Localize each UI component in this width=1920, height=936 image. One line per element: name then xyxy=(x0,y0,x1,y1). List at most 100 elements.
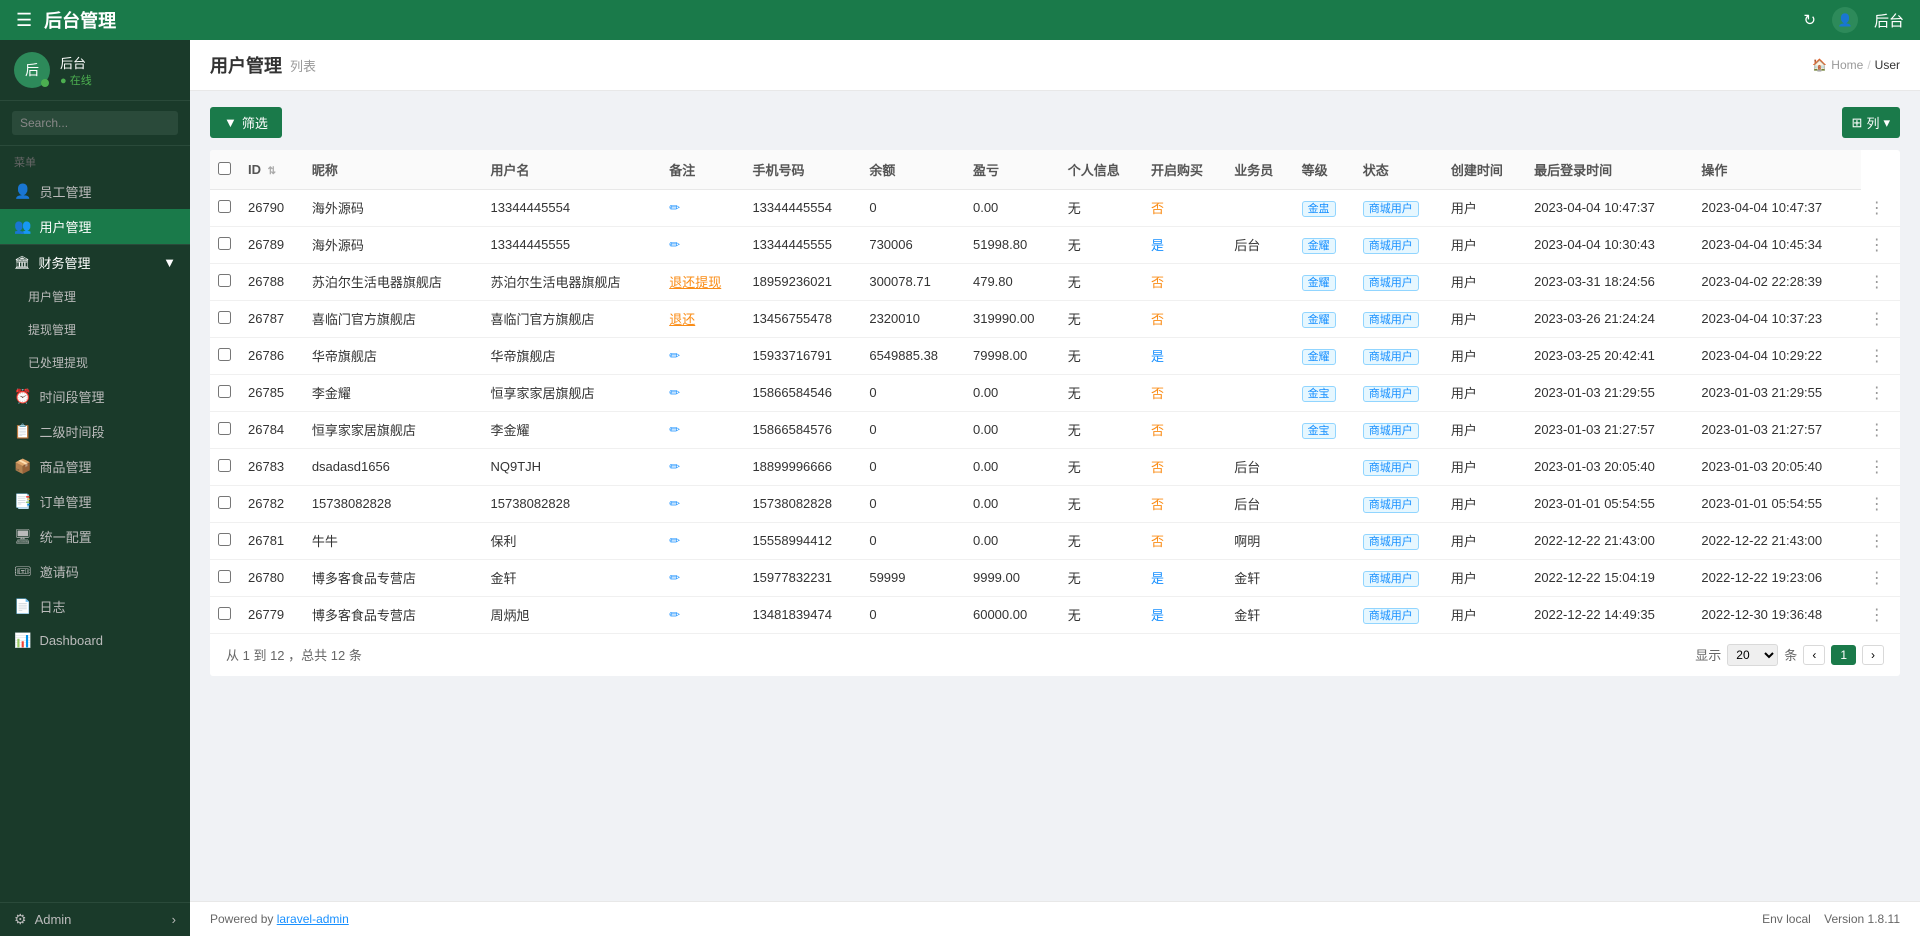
note-link[interactable]: 退还提现 xyxy=(669,275,721,290)
sidebar-item-withdraw[interactable]: 提现管理 xyxy=(14,313,190,346)
row-more-icon[interactable]: ⋮ xyxy=(1869,237,1885,254)
buy-status[interactable]: 否 xyxy=(1151,497,1164,512)
search-input[interactable] xyxy=(12,111,178,135)
note-edit-icon[interactable]: ✏ xyxy=(669,385,680,400)
status-tag[interactable]: 商城用户 xyxy=(1363,349,1419,365)
row-checkbox[interactable] xyxy=(218,459,231,472)
note-edit-icon[interactable]: ✏ xyxy=(669,422,680,437)
status-tag[interactable]: 商城用户 xyxy=(1363,571,1419,587)
row-more-icon[interactable]: ⋮ xyxy=(1869,348,1885,365)
buy-status[interactable]: 否 xyxy=(1151,534,1164,549)
sidebar-item-user-mgmt[interactable]: 用户管理 xyxy=(14,280,190,313)
row-checkbox[interactable] xyxy=(218,200,231,213)
sidebar-item-config[interactable]: 🖥 统一配置 xyxy=(0,519,190,554)
note-link[interactable]: 退还 xyxy=(669,312,695,327)
page-1-button[interactable]: 1 xyxy=(1831,645,1856,665)
cell-status: 商城用户 xyxy=(1355,226,1443,263)
row-more-icon[interactable]: ⋮ xyxy=(1869,459,1885,476)
buy-status[interactable]: 是 xyxy=(1151,238,1164,253)
row-checkbox[interactable] xyxy=(218,311,231,324)
level-tag[interactable]: 金耀 xyxy=(1302,349,1336,365)
th-id[interactable]: ID ⇅ xyxy=(240,150,304,190)
sidebar-item-second-period[interactable]: 📋 二级时间段 xyxy=(0,414,190,449)
row-more-icon[interactable]: ⋮ xyxy=(1869,422,1885,439)
note-edit-icon[interactable]: ✏ xyxy=(669,200,680,215)
sidebar-item-invite[interactable]: 🎟 邀请码 xyxy=(0,554,190,589)
row-checkbox[interactable] xyxy=(218,496,231,509)
buy-status[interactable]: 是 xyxy=(1151,349,1164,364)
row-more-icon[interactable]: ⋮ xyxy=(1869,607,1885,624)
status-tag[interactable]: 商城用户 xyxy=(1363,608,1419,624)
row-more-icon[interactable]: ⋮ xyxy=(1869,533,1885,550)
id-sort-icon[interactable]: ⇅ xyxy=(268,166,276,177)
filter-bar: ▼ 筛选 ⊞ 列 ▾ xyxy=(210,107,1900,138)
buy-status[interactable]: 是 xyxy=(1151,608,1164,623)
status-tag[interactable]: 商城用户 xyxy=(1363,201,1419,217)
page-size-select[interactable]: 20 50 100 xyxy=(1727,644,1778,666)
finance-menu-header[interactable]: 🏛 财务管理 ▼ xyxy=(0,245,190,280)
status-tag[interactable]: 商城用户 xyxy=(1363,460,1419,476)
status-tag[interactable]: 商城用户 xyxy=(1363,534,1419,550)
row-checkbox[interactable] xyxy=(218,237,231,250)
status-tag[interactable]: 商城用户 xyxy=(1363,238,1419,254)
filter-button[interactable]: ▼ 筛选 xyxy=(210,107,282,138)
hamburger-icon[interactable]: ☰ xyxy=(16,10,32,31)
level-tag[interactable]: 金宝 xyxy=(1302,423,1336,439)
next-page-button[interactable]: › xyxy=(1862,645,1884,665)
row-more-icon[interactable]: ⋮ xyxy=(1869,311,1885,328)
buy-status[interactable]: 否 xyxy=(1151,423,1164,438)
sidebar-item-log[interactable]: 📄 日志 xyxy=(0,589,190,624)
row-checkbox[interactable] xyxy=(218,607,231,620)
row-more-icon[interactable]: ⋮ xyxy=(1869,570,1885,587)
note-edit-icon[interactable]: ✏ xyxy=(669,607,680,622)
breadcrumb-home[interactable]: Home xyxy=(1831,58,1863,72)
row-checkbox[interactable] xyxy=(218,274,231,287)
sidebar-item-product[interactable]: 📦 商品管理 xyxy=(0,449,190,484)
buy-status[interactable]: 否 xyxy=(1151,386,1164,401)
row-more-icon[interactable]: ⋮ xyxy=(1869,496,1885,513)
sidebar-item-dashboard[interactable]: 📊 Dashboard xyxy=(0,624,190,657)
status-tag[interactable]: 商城用户 xyxy=(1363,423,1419,439)
sidebar-item-processed-withdraw[interactable]: 已处理提现 xyxy=(14,346,190,379)
note-edit-icon[interactable]: ✏ xyxy=(669,348,680,363)
user-avatar-top[interactable]: 👤 xyxy=(1832,7,1858,33)
buy-status[interactable]: 否 xyxy=(1151,312,1164,327)
sidebar-item-order[interactable]: 📑 订单管理 xyxy=(0,484,190,519)
buy-status[interactable]: 是 xyxy=(1151,571,1164,586)
row-checkbox[interactable] xyxy=(218,570,231,583)
note-edit-icon[interactable]: ✏ xyxy=(669,570,680,585)
status-tag[interactable]: 商城用户 xyxy=(1363,312,1419,328)
sidebar-item-admin[interactable]: ⚙ Admin › xyxy=(0,903,190,936)
row-more-icon[interactable]: ⋮ xyxy=(1869,385,1885,402)
row-more-icon[interactable]: ⋮ xyxy=(1869,274,1885,291)
row-checkbox[interactable] xyxy=(218,422,231,435)
note-edit-icon[interactable]: ✏ xyxy=(669,459,680,474)
note-edit-icon[interactable]: ✏ xyxy=(669,237,680,252)
note-edit-icon[interactable]: ✏ xyxy=(669,533,680,548)
status-tag[interactable]: 商城用户 xyxy=(1363,386,1419,402)
level-tag[interactable]: 金耀 xyxy=(1302,275,1336,291)
row-more-icon[interactable]: ⋮ xyxy=(1869,200,1885,217)
status-tag[interactable]: 商城用户 xyxy=(1363,275,1419,291)
level-tag[interactable]: 金耀 xyxy=(1302,238,1336,254)
sidebar-item-time-period[interactable]: ⏰ 时间段管理 xyxy=(0,379,190,414)
level-tag[interactable]: 金盅 xyxy=(1302,201,1336,217)
row-checkbox[interactable] xyxy=(218,348,231,361)
framework-link[interactable]: laravel-admin xyxy=(277,912,349,926)
select-all-checkbox[interactable] xyxy=(218,162,231,175)
refresh-icon[interactable]: ↻ xyxy=(1803,11,1816,29)
row-checkbox[interactable] xyxy=(218,385,231,398)
columns-button[interactable]: ⊞ 列 ▾ xyxy=(1842,107,1900,138)
cell-id: 26788 xyxy=(240,263,304,300)
buy-status[interactable]: 否 xyxy=(1151,201,1164,216)
buy-status[interactable]: 否 xyxy=(1151,460,1164,475)
note-edit-icon[interactable]: ✏ xyxy=(669,496,680,511)
prev-page-button[interactable]: ‹ xyxy=(1803,645,1825,665)
status-tag[interactable]: 商城用户 xyxy=(1363,497,1419,513)
level-tag[interactable]: 金宝 xyxy=(1302,386,1336,402)
buy-status[interactable]: 否 xyxy=(1151,275,1164,290)
row-checkbox[interactable] xyxy=(218,533,231,546)
level-tag[interactable]: 金耀 xyxy=(1302,312,1336,328)
sidebar-item-staff[interactable]: 👤 员工管理 xyxy=(0,174,190,209)
sidebar-item-user[interactable]: 👥 用户管理 xyxy=(0,209,190,244)
